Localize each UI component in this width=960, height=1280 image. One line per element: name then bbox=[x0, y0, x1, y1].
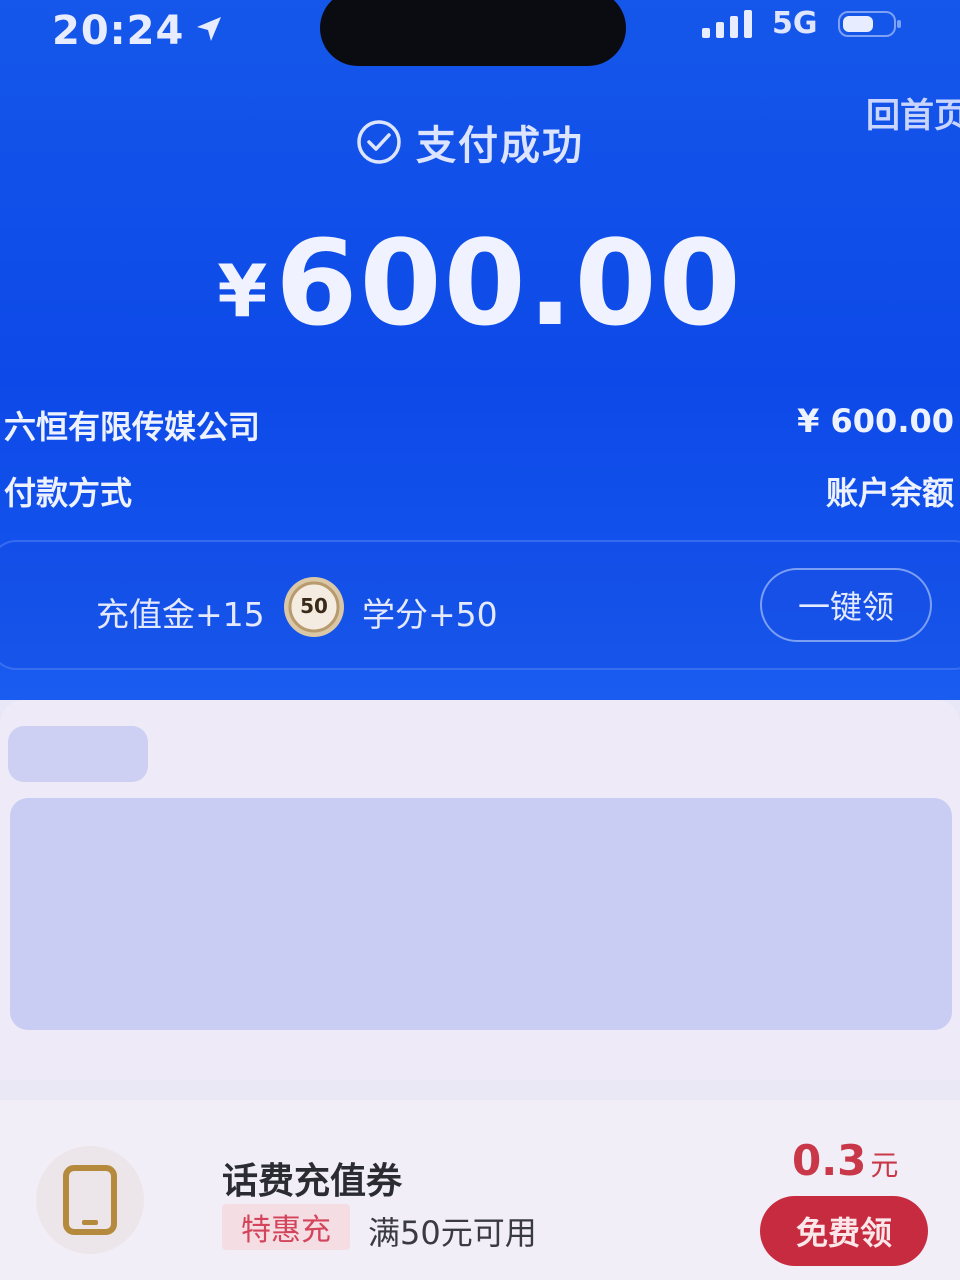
merchant-row: 六恒有限传媒公司 ¥ 600.00 bbox=[4, 402, 954, 448]
claim-all-button[interactable]: 一键领 bbox=[760, 568, 932, 642]
coin-icon: 50 bbox=[284, 577, 344, 637]
payment-status: 支付成功 bbox=[356, 112, 584, 172]
payment-method-row: 付款方式 账户余额 bbox=[4, 468, 954, 514]
credit-bonus: 学分+50 bbox=[362, 595, 498, 634]
payment-success-screen: 20:24 5G 回首页 支付成功 ¥600.00 六恒有限传媒公司 ¥ 600… bbox=[0, 0, 960, 1280]
coupon-title: 话费充值券 bbox=[222, 1161, 403, 1202]
network-type: 5G bbox=[772, 6, 818, 41]
blurred-placeholder-chip bbox=[8, 726, 148, 782]
coupon-condition: 满50元可用 bbox=[368, 1214, 537, 1252]
phone-icon bbox=[63, 1165, 117, 1235]
amount-value: 600.00 bbox=[275, 214, 743, 352]
free-claim-button[interactable]: 免费领 bbox=[760, 1196, 928, 1266]
recharge-bonus: 充值金+15 bbox=[96, 595, 265, 634]
coupon-value: 0.3 元 bbox=[792, 1136, 898, 1185]
blurred-placeholder-block bbox=[10, 798, 952, 1030]
coupon-tag: 特惠充 bbox=[222, 1204, 350, 1250]
coupon-value-unit: 元 bbox=[870, 1149, 899, 1182]
currency-symbol: ¥ bbox=[217, 249, 268, 333]
coupon-icon-wrap bbox=[36, 1146, 144, 1254]
coupon-value-number: 0.3 bbox=[792, 1136, 867, 1185]
payment-method-value: 账户余额 bbox=[825, 474, 954, 512]
payment-status-text: 支付成功 bbox=[416, 123, 584, 169]
camera-notch bbox=[320, 0, 626, 66]
signal-icon bbox=[702, 10, 752, 38]
merchant-name: 六恒有限传媒公司 bbox=[4, 408, 261, 446]
coin-badge-text: 50 bbox=[300, 594, 328, 618]
payment-amount: ¥600.00 bbox=[0, 214, 960, 352]
back-to-home-link[interactable]: 回首页 bbox=[866, 88, 960, 137]
location-arrow-icon bbox=[197, 17, 221, 41]
battery-icon bbox=[838, 11, 901, 37]
merchant-amount: ¥ 600.00 bbox=[797, 402, 954, 440]
payment-method-label: 付款方式 bbox=[4, 474, 133, 512]
status-bar: 20:24 5G bbox=[0, 0, 960, 66]
check-circle-icon bbox=[357, 120, 401, 164]
status-time: 20:24 bbox=[52, 8, 185, 54]
